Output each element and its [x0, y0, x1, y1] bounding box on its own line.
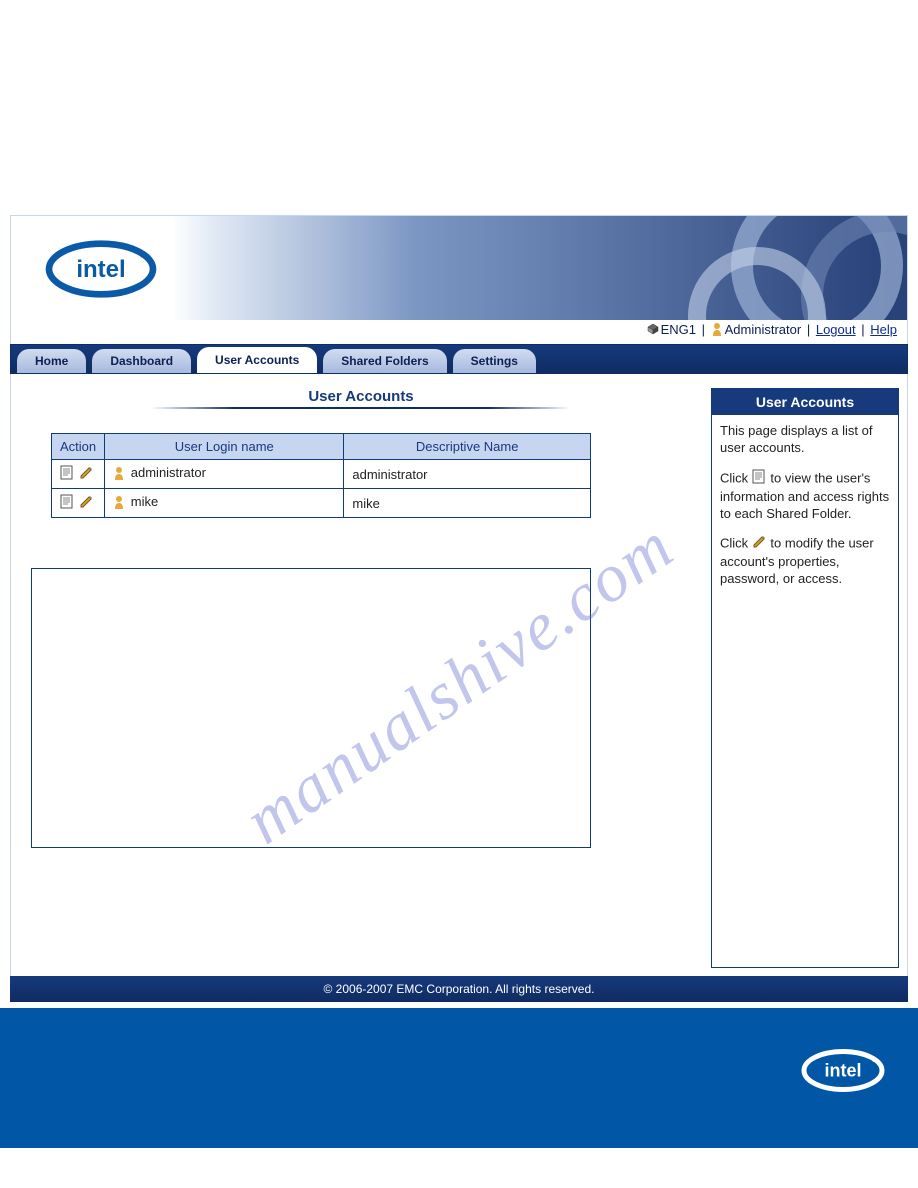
table-row: administrator administrator	[52, 460, 591, 489]
nav-tabs: Home Dashboard User Accounts Shared Fold…	[10, 344, 908, 374]
person-icon	[711, 322, 723, 339]
svg-text:intel: intel	[76, 256, 125, 283]
help-text-1: This page displays a list of user accoun…	[720, 423, 890, 457]
footer-bar: intel	[0, 1008, 918, 1148]
help-text-2: Click to view the user's information and…	[720, 469, 890, 523]
station-label: ENG1	[661, 322, 696, 337]
title-underline	[151, 407, 571, 409]
col-action: Action	[52, 434, 105, 460]
intel-logo: intel	[41, 234, 161, 307]
tab-user-accounts[interactable]: User Accounts	[197, 347, 317, 373]
help-panel-title: User Accounts	[712, 389, 898, 415]
desc-cell: administrator	[344, 460, 591, 489]
role-label: Administrator	[725, 322, 802, 337]
desc-cell: mike	[344, 489, 591, 518]
user-icon	[113, 466, 125, 483]
tab-shared-folders[interactable]: Shared Folders	[323, 349, 446, 373]
page: intel ENG1 | Administrator | Logout | He…	[0, 215, 918, 1002]
detail-panel	[31, 568, 591, 848]
edit-icon[interactable]	[79, 494, 92, 512]
col-desc: Descriptive Name	[344, 434, 591, 460]
separator: |	[805, 322, 812, 337]
view-icon[interactable]	[60, 494, 73, 512]
tab-settings[interactable]: Settings	[453, 349, 536, 373]
login-cell: administrator	[131, 465, 206, 480]
help-link[interactable]: Help	[870, 322, 897, 337]
header-banner: intel	[10, 215, 908, 320]
edit-icon	[752, 534, 765, 554]
users-table: Action User Login name Descriptive Name	[51, 433, 591, 518]
main-area: manualshive.com User Accounts Action Use…	[10, 374, 908, 976]
cube-icon	[647, 323, 659, 338]
tab-home[interactable]: Home	[17, 349, 86, 373]
help-panel: User Accounts This page displays a list …	[711, 388, 899, 968]
help-panel-body: This page displays a list of user accoun…	[712, 415, 898, 608]
page-title: User Accounts	[31, 388, 691, 405]
intel-logo-footer: intel	[798, 1043, 888, 1101]
user-bar: ENG1 | Administrator | Logout | Help	[10, 320, 908, 344]
header-decorative-rings	[647, 215, 908, 320]
edit-icon[interactable]	[79, 465, 92, 483]
view-icon	[752, 469, 765, 489]
view-icon[interactable]	[60, 465, 73, 483]
help-text-3: Click to modify the user account's prope…	[720, 534, 890, 588]
separator: |	[859, 322, 866, 337]
table-row: mike mike	[52, 489, 591, 518]
svg-text:intel: intel	[824, 1061, 861, 1081]
side-column: User Accounts This page displays a list …	[711, 374, 907, 976]
col-login: User Login name	[105, 434, 344, 460]
login-cell: mike	[131, 494, 158, 509]
content-column: User Accounts Action User Login name Des…	[11, 374, 711, 976]
logout-link[interactable]: Logout	[816, 322, 856, 337]
user-icon	[113, 495, 125, 512]
inner-footer: © 2006-2007 EMC Corporation. All rights …	[10, 976, 908, 1002]
separator: |	[700, 322, 707, 337]
tab-dashboard[interactable]: Dashboard	[92, 349, 191, 373]
